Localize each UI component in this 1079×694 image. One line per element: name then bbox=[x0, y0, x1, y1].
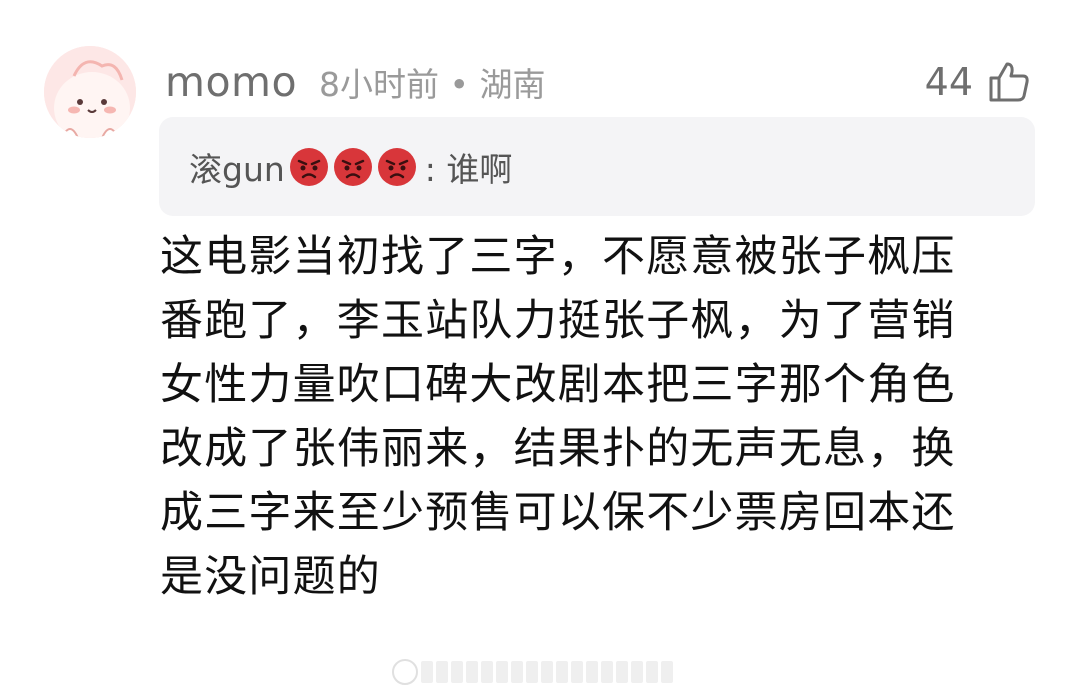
watermark-mark bbox=[571, 661, 583, 683]
watermark-mark bbox=[631, 661, 643, 683]
watermark-mark bbox=[511, 661, 523, 683]
quoted-username[interactable]: 滚gun bbox=[189, 143, 285, 191]
watermark-mark bbox=[616, 661, 628, 683]
watermark-mark bbox=[421, 661, 433, 683]
thumbs-up-icon bbox=[989, 62, 1029, 102]
comment-line: 改成了张伟丽来，结果扑的无声无息，换 bbox=[160, 424, 956, 474]
angry-face-icon bbox=[333, 147, 373, 187]
comment-line: 番跑了，李玉站队力挺张子枫，为了营销 bbox=[160, 296, 956, 346]
comment-header: momo 8小时前 • 湖南 bbox=[165, 52, 546, 112]
comment-line: 女性力量吹口碑大改剧本把三字那个角色 bbox=[160, 360, 956, 410]
watermark-mark bbox=[466, 661, 478, 683]
watermark-mark bbox=[481, 661, 493, 683]
watermark bbox=[392, 658, 687, 686]
watermark-mark bbox=[541, 661, 553, 683]
comment-meta: 8小时前 • 湖南 bbox=[319, 65, 546, 104]
angry-face-icon bbox=[289, 147, 329, 187]
watermark-mark bbox=[646, 661, 658, 683]
watermark-mark bbox=[601, 661, 613, 683]
watermark-mark bbox=[526, 661, 538, 683]
comment-line: 这电影当初找了三字，不愿意被张子枫压 bbox=[160, 232, 956, 282]
watermark-mark bbox=[451, 661, 463, 683]
comment-line: 是没问题的 bbox=[160, 552, 381, 602]
watermark-mark bbox=[586, 661, 598, 683]
avatar-image bbox=[44, 46, 136, 138]
avatar[interactable] bbox=[44, 46, 136, 138]
like-count: 44 bbox=[924, 60, 973, 104]
quoted-text: : 谁啊 bbox=[424, 149, 513, 189]
comment-line: 成三字来至少预售可以保不少票房回本还 bbox=[160, 488, 956, 538]
like-button[interactable]: 44 bbox=[925, 52, 1031, 112]
quoted-reply[interactable]: 滚gun : 谁啊 bbox=[159, 117, 1035, 216]
username[interactable]: momo bbox=[165, 58, 297, 106]
comment-body: 这电影当初找了三字，不愿意被张子枫压 番跑了，李玉站队力挺张子枫，为了营销 女性… bbox=[160, 225, 1030, 609]
watermark-mark bbox=[661, 661, 673, 683]
angry-face-icon bbox=[377, 147, 417, 187]
watermark-mark bbox=[436, 661, 448, 683]
watermark-logo bbox=[392, 659, 418, 685]
watermark-mark bbox=[496, 661, 508, 683]
watermark-mark bbox=[556, 661, 568, 683]
